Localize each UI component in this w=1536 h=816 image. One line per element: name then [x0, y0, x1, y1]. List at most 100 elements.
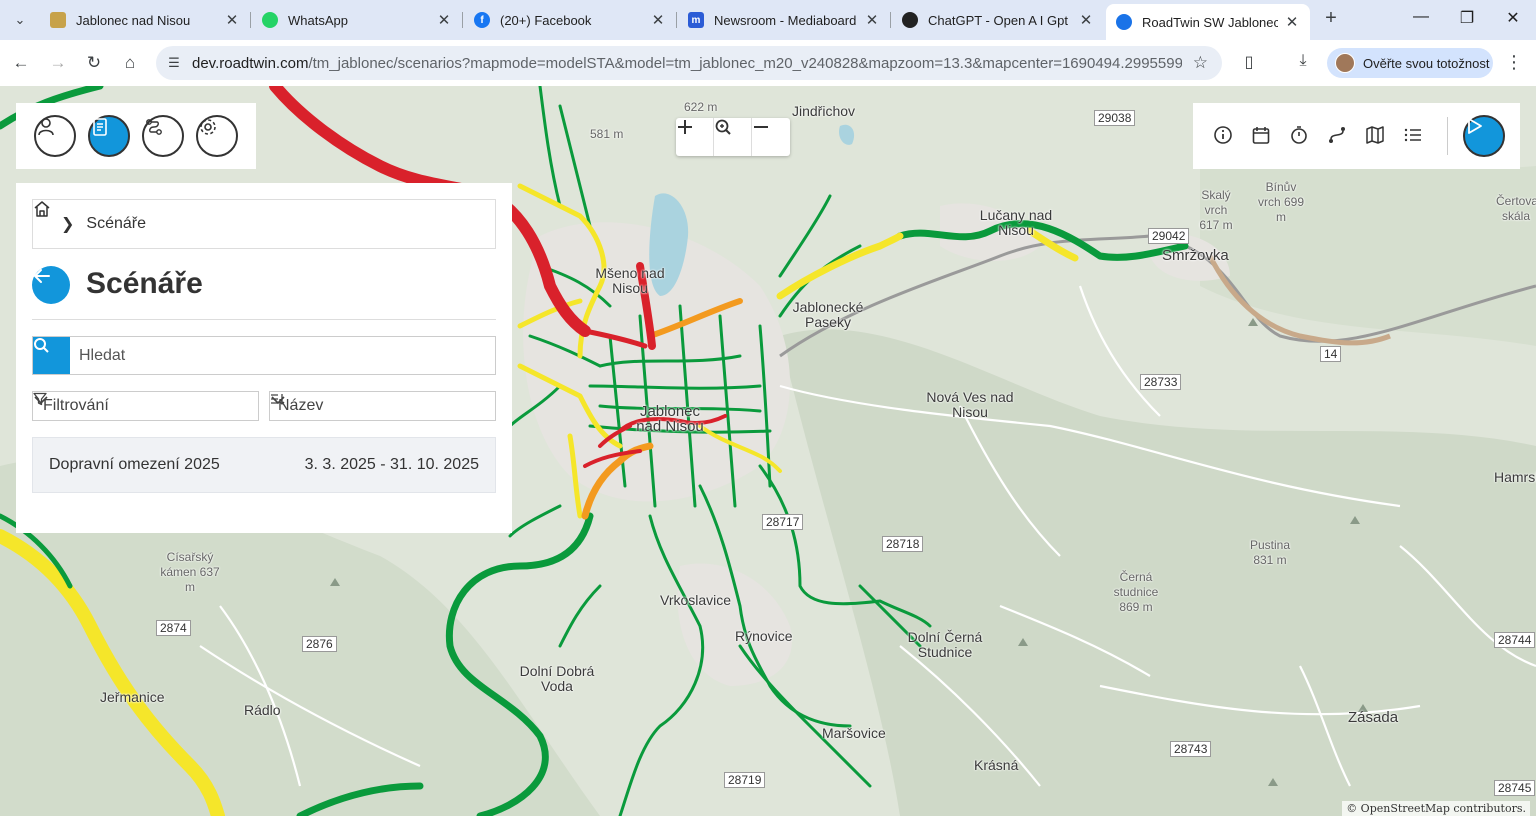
url-path: /tm_jablonec/scenarios?mapmode=modelSTA&…	[308, 55, 1182, 72]
zoom-out-button[interactable]	[752, 118, 790, 156]
minimize-button[interactable]: —	[1406, 8, 1436, 30]
tab-strip: ⌄ Jablonec nad Nisou ✕ WhatsApp ✕ f (20+…	[0, 0, 1536, 40]
close-tab-icon[interactable]: ✕	[864, 11, 880, 29]
user-button[interactable]	[34, 115, 76, 157]
zoom-in-button[interactable]	[676, 118, 714, 156]
elevation-label: 622 m	[684, 100, 718, 114]
tab-search-icon[interactable]: ⌄	[8, 8, 32, 32]
tab-title: Jablonec nad Nisou	[76, 12, 191, 28]
tab-title: RoadTwin SW Jablonec	[1142, 14, 1278, 30]
zoom-fit-icon	[715, 119, 731, 135]
map-attribution[interactable]: © OpenStreetMap contributors.	[1342, 801, 1530, 816]
tab-title: WhatsApp	[288, 12, 348, 28]
road-number-label: 28717	[762, 514, 804, 530]
place-label: Nová Ves nad Nisou	[926, 389, 1014, 420]
road-number-label: 2874	[156, 620, 191, 636]
place-label: Mšeno nad Nisou	[595, 265, 665, 296]
network-button[interactable]	[142, 115, 184, 157]
info-button[interactable]	[1213, 125, 1235, 147]
road-number-label: 2876	[302, 636, 337, 652]
mode-toolbar	[16, 103, 256, 169]
facebook-favicon-icon: f	[474, 12, 490, 28]
tab-facebook[interactable]: f (20+) Facebook ✕	[464, 4, 676, 36]
page-title: Scénáře	[86, 267, 203, 300]
search-button[interactable]	[33, 337, 70, 374]
route-button[interactable]	[1327, 125, 1349, 147]
place-label: Lučany nad Nisou	[979, 207, 1053, 238]
extensions-icon[interactable]: ▯	[1238, 52, 1260, 74]
maximize-button[interactable]: ❐	[1452, 8, 1482, 30]
scenarios-button[interactable]	[88, 115, 130, 157]
calendar-icon	[1252, 127, 1270, 144]
whatsapp-favicon-icon	[262, 12, 278, 28]
profile-button[interactable]: Ověřte svou totožnost	[1327, 48, 1493, 78]
zoom-fit-button[interactable]	[714, 118, 752, 156]
map-layers-button[interactable]	[1365, 125, 1387, 147]
place-label: Maršovice	[822, 725, 886, 741]
road-number-label: 29038	[1094, 110, 1136, 126]
bookmark-star-icon[interactable]: ☆	[1193, 53, 1208, 73]
play-button[interactable]	[1463, 115, 1505, 157]
tab-roadtwin[interactable]: RoadTwin SW Jablonec ✕	[1106, 4, 1310, 40]
place-label: Dolní Dobrá Voda	[519, 663, 595, 694]
close-tab-icon[interactable]: ✕	[1284, 13, 1300, 31]
elevation-label: Skalý vrch 617 m	[1199, 188, 1233, 232]
mediaboard-favicon-icon: m	[688, 12, 704, 28]
reload-icon[interactable]: ↻	[83, 52, 105, 74]
road-number-label: 28719	[724, 772, 766, 788]
place-label: Zásada	[1348, 709, 1399, 726]
url-text[interactable]: dev.roadtwin.com/tm_jablonec/scenarios?m…	[192, 55, 1182, 72]
url-host: dev.roadtwin.com	[192, 55, 309, 72]
document-icon	[93, 118, 107, 136]
close-tab-icon[interactable]: ✕	[436, 11, 452, 29]
tab-jablonec[interactable]: Jablonec nad Nisou ✕	[40, 4, 250, 36]
sort-dropdown[interactable]: Název	[269, 391, 496, 421]
chatgpt-favicon-icon	[902, 12, 918, 28]
timer-button[interactable]	[1289, 125, 1311, 147]
list-button[interactable]	[1403, 125, 1425, 147]
elevation-label: Černá studnice 869 m	[1113, 570, 1159, 614]
back-button[interactable]	[32, 266, 70, 304]
back-icon[interactable]: ←	[10, 52, 32, 74]
roadtwin-favicon-icon	[1116, 14, 1132, 30]
chevron-down-icon	[34, 396, 48, 405]
filter-dropdown[interactable]: Filtrování	[32, 391, 259, 421]
home-icon[interactable]: ⌂	[119, 52, 141, 74]
site-info-icon[interactable]: ☰	[164, 53, 184, 73]
address-bar[interactable]: ☰ dev.roadtwin.com/tm_jablonec/scenarios…	[156, 46, 1222, 80]
close-tab-icon[interactable]: ✕	[650, 11, 666, 29]
route-icon	[1329, 127, 1345, 143]
download-icon[interactable]: ⤓	[1292, 52, 1314, 74]
divider	[32, 319, 496, 320]
close-tab-icon[interactable]: ✕	[1078, 11, 1094, 29]
filter-label: Filtrování	[43, 397, 109, 414]
tab-whatsapp[interactable]: WhatsApp ✕	[252, 4, 462, 36]
road-number-label: 14	[1320, 346, 1342, 362]
breadcrumb-current: Scénáře	[86, 215, 146, 232]
scenario-list-item[interactable]: Dopravní omezení 2025 3. 3. 2025 - 31. 1…	[32, 437, 496, 493]
tools-toolbar	[1193, 103, 1520, 169]
elevation-label: Čertova skála	[1496, 194, 1536, 223]
search-input[interactable]	[79, 337, 479, 374]
calendar-button[interactable]	[1251, 125, 1273, 147]
settings-button[interactable]	[196, 115, 238, 157]
menu-kebab-icon[interactable]: ⋮	[1503, 52, 1525, 74]
user-icon	[38, 118, 54, 136]
close-window-button[interactable]: ✕	[1498, 8, 1528, 30]
new-tab-button[interactable]: +	[1320, 8, 1342, 30]
place-label: Jablonec nad Nisou	[636, 403, 704, 435]
road-number-label: 28743	[1170, 741, 1212, 757]
tab-chatgpt[interactable]: ChatGPT - Open A I Gpt 3.5 ✕	[892, 4, 1104, 36]
close-tab-icon[interactable]: ✕	[224, 11, 240, 29]
chevron-right-icon: ❯	[61, 216, 75, 233]
scenario-name: Dopravní omezení 2025	[49, 456, 220, 473]
map-canvas[interactable]: Jindřichov Lučany nad Nisou Smržovka Jab…	[0, 86, 1536, 816]
search-icon	[34, 338, 49, 353]
place-label: Hamrsko	[1494, 469, 1536, 485]
forward-icon[interactable]: →	[47, 52, 69, 74]
tab-title: ChatGPT - Open A I Gpt 3.5	[928, 12, 1072, 28]
home-icon[interactable]	[33, 200, 51, 218]
road-number-label: 29042	[1148, 228, 1190, 244]
info-icon	[1214, 126, 1232, 144]
tab-mediaboard[interactable]: m Newsroom - Mediaboard ✕	[678, 4, 890, 36]
